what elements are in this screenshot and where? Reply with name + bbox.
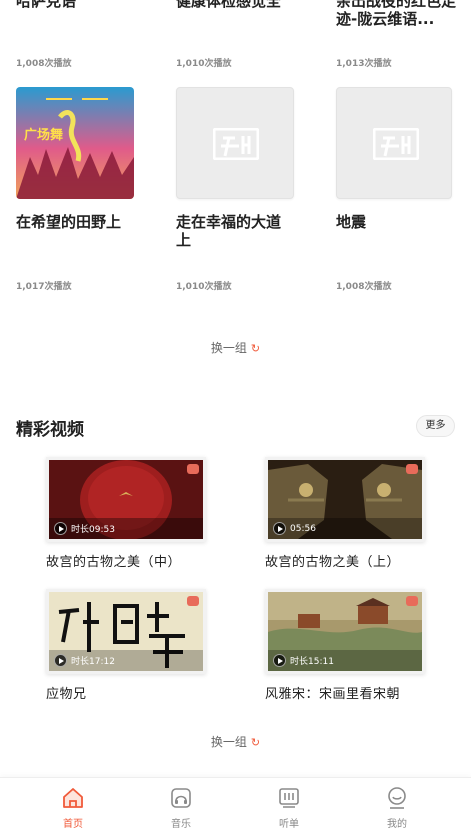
audio-card-title: 地震 [336, 213, 367, 231]
playlist-icon [279, 788, 299, 808]
tab-label: 听单 [279, 819, 299, 830]
music-icon [171, 788, 191, 808]
badge-icon [187, 464, 199, 474]
duration: 05:56 [273, 522, 316, 535]
profile-icon [388, 787, 406, 809]
duration-text: 05:56 [290, 523, 316, 534]
video-card[interactable]: 时长17:12 应物兄 [46, 589, 206, 702]
video-card[interactable]: 时长15:11 风雅宋：宋画里看宋朝 [265, 589, 425, 702]
refresh-label: 换一组 [210, 341, 247, 355]
badge-icon [406, 464, 418, 474]
video-thumbnail: 时长17:12 [46, 589, 206, 674]
audio-card[interactable]: 走在幸福的大道上 [176, 87, 296, 249]
tab-label: 我的 [387, 819, 407, 830]
refresh-audio-button[interactable]: 换一组 ↻ [0, 339, 471, 356]
bottom-tab-bar: 首页 音乐 听单 我的 [0, 777, 471, 839]
audio-card[interactable]: 哈萨克语 [16, 0, 136, 10]
refresh-video-button[interactable]: 换一组 ↻ [0, 733, 471, 750]
play-count: 1,008次播放 [336, 282, 392, 292]
duration: 时长09:53 [54, 522, 115, 535]
play-count: 1,010次播放 [176, 282, 232, 292]
refresh-icon: ↻ [250, 342, 261, 355]
duration: 时长15:11 [273, 654, 334, 667]
tab-home[interactable]: 首页 [43, 786, 103, 830]
play-count: 1,017次播放 [16, 282, 72, 292]
audio-card-title: 走在幸福的大道上 [176, 213, 282, 249]
play-icon [54, 654, 67, 667]
refresh-label: 换一组 [210, 735, 247, 749]
placeholder-logo-icon [213, 128, 259, 160]
audio-card-title: 哈萨克语 [16, 0, 77, 10]
video-title: 故宫的古物之美（中） [46, 555, 182, 570]
video-thumbnail: 时长09:53 [46, 457, 206, 542]
play-icon [273, 654, 286, 667]
audio-card-title: 亲出战役的红色足迹-陇云维语... [336, 0, 457, 28]
audio-card[interactable]: 地震 [336, 87, 456, 231]
tab-profile[interactable]: 我的 [367, 786, 427, 830]
tab-music[interactable]: 音乐 [151, 786, 211, 830]
play-icon [54, 522, 67, 535]
video-title: 风雅宋：宋画里看宋朝 [265, 687, 401, 702]
badge-icon [187, 596, 199, 606]
play-count: 1,013次播放 [336, 59, 392, 69]
audio-card-title: 在希望的田野上 [16, 213, 122, 231]
video-title: 故宫的古物之美（上） [265, 555, 401, 570]
video-card[interactable]: 05:56 故宫的古物之美（上） [265, 457, 425, 570]
more-button[interactable]: 更多 [416, 415, 455, 437]
refresh-icon: ↻ [250, 736, 261, 749]
video-thumbnail: 05:56 [265, 457, 425, 542]
play-icon [273, 522, 286, 535]
video-thumbnail: 时长15:11 [265, 589, 425, 674]
duration-text: 时长09:53 [71, 525, 115, 535]
section-title: 精彩视频 [16, 420, 84, 440]
duration: 时长17:12 [54, 654, 115, 667]
audio-card[interactable]: 健康体检感觉全 [176, 0, 296, 10]
audio-card[interactable]: 亲出战役的红色足迹-陇云维语... [336, 0, 456, 28]
album-cover-caption: 广场舞 [24, 127, 63, 143]
album-cover: 广场舞 [16, 87, 134, 199]
duration-text: 时长15:11 [290, 657, 334, 667]
video-title: 应物兄 [46, 687, 87, 702]
placeholder-logo-icon [373, 128, 419, 160]
cover-placeholder [336, 87, 452, 199]
play-count: 1,008次播放 [16, 59, 72, 69]
play-count: 1,010次播放 [176, 59, 232, 69]
tab-label: 音乐 [171, 819, 191, 830]
duration-text: 时长17:12 [71, 657, 115, 667]
badge-icon [406, 596, 418, 606]
audio-card[interactable]: 广场舞 在希望的田野上 [16, 87, 136, 231]
video-card[interactable]: 时长09:53 故宫的古物之美（中） [46, 457, 206, 570]
audio-card-title: 健康体检感觉全 [176, 0, 282, 10]
tab-label: 首页 [63, 819, 83, 830]
tab-playlist[interactable]: 听单 [259, 786, 319, 830]
cover-placeholder [176, 87, 294, 199]
home-icon [63, 788, 83, 808]
